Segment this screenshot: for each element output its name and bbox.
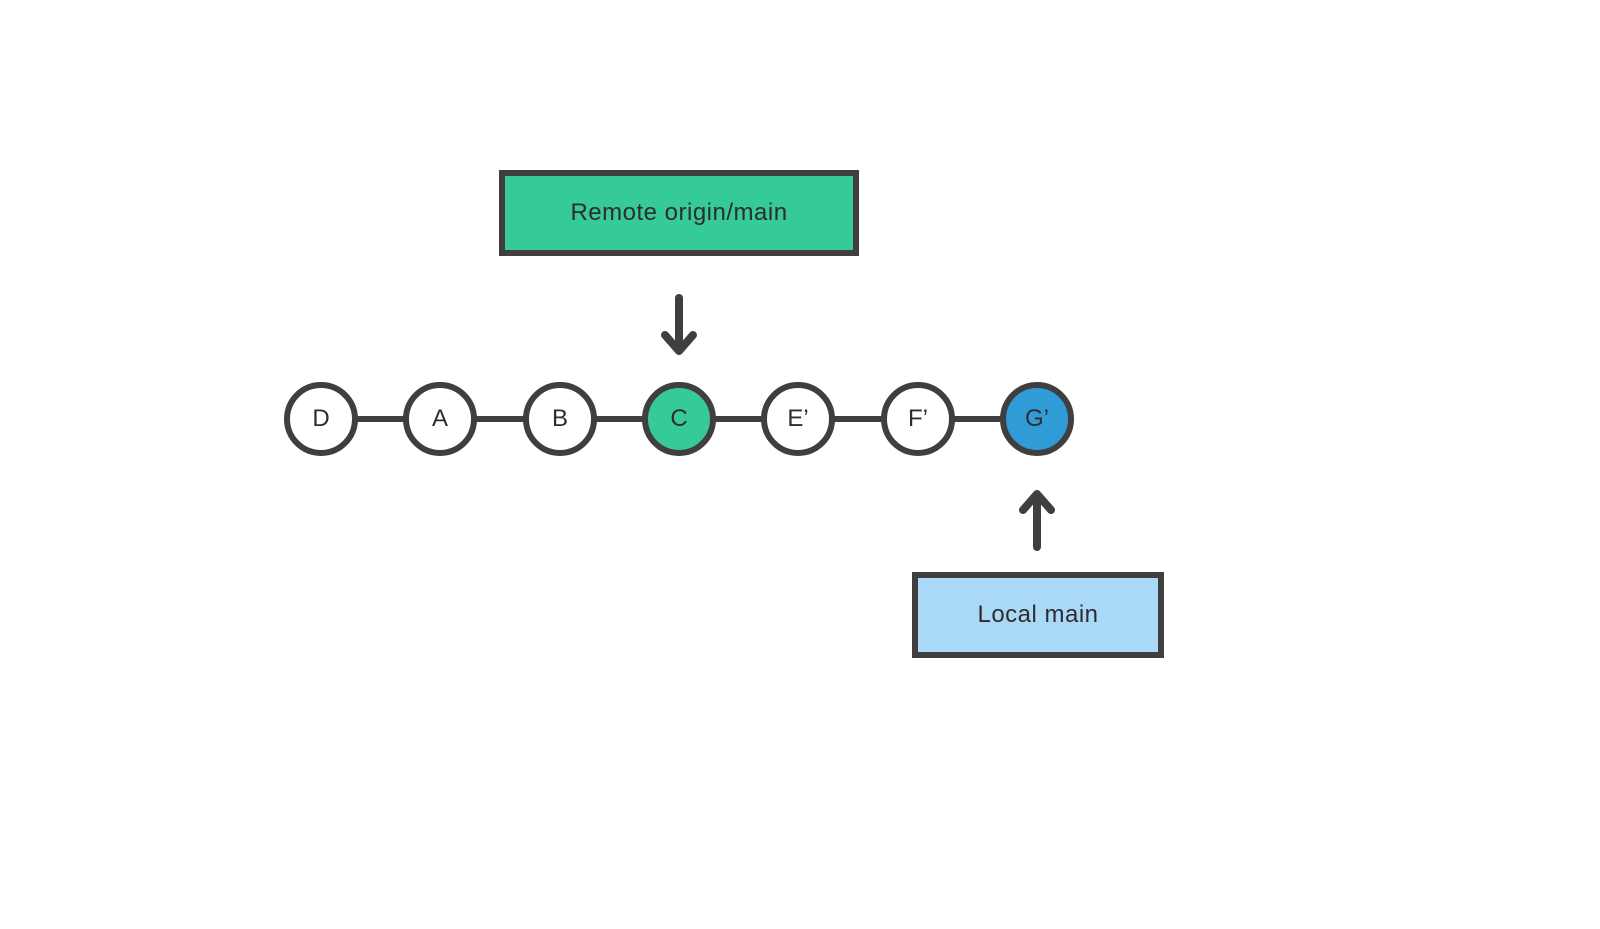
commit-node-Fp: F’ — [881, 382, 955, 456]
commit-connector — [829, 416, 887, 422]
commit-node-label: C — [670, 405, 687, 433]
commit-node-Gp: G’ — [1000, 382, 1074, 456]
arrow-down-icon — [659, 293, 699, 363]
commit-connector — [591, 416, 648, 422]
commit-node-label: E’ — [787, 405, 808, 433]
commit-node-label: A — [432, 405, 448, 433]
local-branch-text: Local main — [977, 601, 1098, 629]
commit-node-Ep: E’ — [761, 382, 835, 456]
local-branch-label: Local main — [912, 572, 1164, 658]
commit-node-D: D — [284, 382, 358, 456]
commit-node-A: A — [403, 382, 477, 456]
remote-branch-text: Remote origin/main — [570, 199, 787, 227]
diagram-canvas: Remote origin/main Local main D A B C E’ F’ G’ — [0, 0, 1600, 929]
commit-node-label: D — [312, 405, 329, 433]
commit-connector — [710, 416, 767, 422]
commit-connector — [471, 416, 529, 422]
commit-node-label: F’ — [908, 405, 928, 433]
commit-node-label: B — [552, 405, 568, 433]
remote-branch-label: Remote origin/main — [499, 170, 859, 256]
commit-node-label: G’ — [1025, 405, 1049, 433]
commit-node-B: B — [523, 382, 597, 456]
commit-node-C: C — [642, 382, 716, 456]
arrow-up-icon — [1017, 482, 1057, 552]
commit-connector — [949, 416, 1006, 422]
commit-connector — [352, 416, 409, 422]
